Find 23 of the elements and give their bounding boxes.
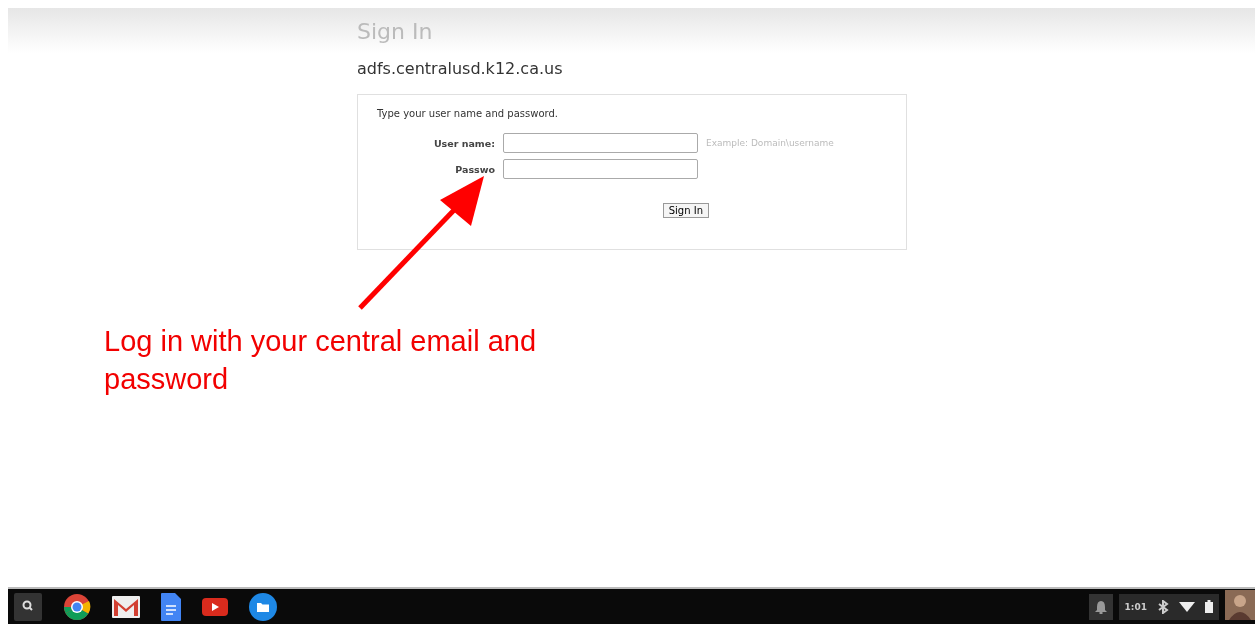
field-label: User name: (433, 137, 495, 149)
battery-icon (1205, 600, 1213, 613)
annotation-text: Log in with your central email and password (104, 324, 537, 397)
host-name: adfs.centralusd.k12.ca.us (357, 59, 564, 80)
page-title: Sign In (357, 19, 434, 46)
wifi-icon (1179, 600, 1195, 613)
sign-in-button[interactable]: Sign In (662, 203, 709, 218)
input-field[interactable] (503, 159, 698, 179)
instruction-text: Type your user name and password. (377, 108, 559, 119)
mail-icon[interactable] (112, 595, 140, 618)
folder-icon[interactable] (249, 592, 277, 621)
input-field[interactable] (503, 133, 698, 153)
notification-icon[interactable] (1094, 599, 1107, 614)
bluetooth-icon (1157, 599, 1169, 614)
play-icon[interactable] (202, 597, 228, 616)
search-icon[interactable] (14, 592, 42, 621)
avatar-icon[interactable] (1225, 589, 1255, 620)
field-label: Passwo (455, 163, 495, 175)
clock-time: 1:01 (1124, 601, 1147, 612)
browser-icon[interactable] (63, 592, 91, 621)
hint-text: Example: Domain\username (706, 138, 835, 148)
document-icon[interactable] (161, 592, 181, 621)
status-tray[interactable]: 1:01 (1118, 593, 1219, 620)
